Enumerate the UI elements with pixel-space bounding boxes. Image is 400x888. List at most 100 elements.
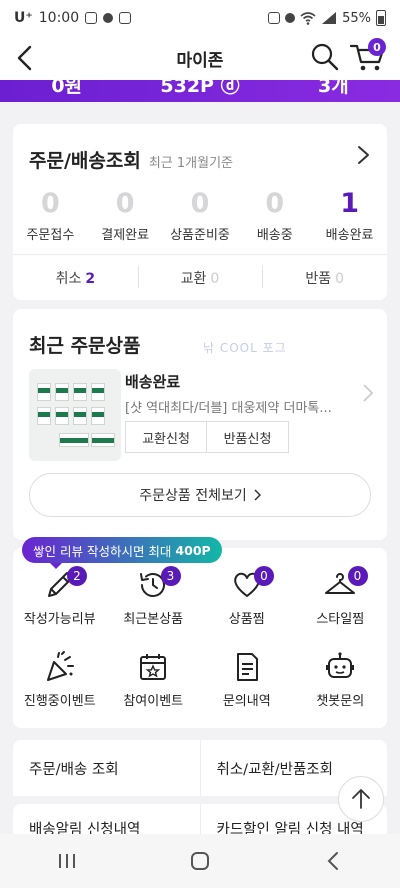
- recent-apps-button[interactable]: [37, 841, 97, 881]
- coupon-amount[interactable]: 0원: [0, 80, 133, 98]
- menu-label: 참여이벤트: [123, 694, 184, 709]
- step-label: 상품준비중: [170, 228, 230, 243]
- calendar-star-icon: [140, 654, 167, 680]
- chevron-right-icon[interactable]: [361, 383, 375, 403]
- chevron-right-icon: [254, 489, 261, 501]
- menu-label: 최근본상품: [123, 612, 184, 627]
- step-count: 0: [115, 188, 135, 219]
- return-label: 반품: [305, 270, 332, 287]
- menu-chatbot[interactable]: 챗봇문의: [294, 646, 388, 714]
- back-arrow-icon[interactable]: [10, 42, 42, 74]
- menu-label: 진행중이벤트: [23, 694, 96, 709]
- menu-inquiries[interactable]: 문의내역: [200, 646, 294, 714]
- wifi-icon: [300, 12, 316, 25]
- return-count-link[interactable]: 반품 0: [262, 265, 387, 288]
- chatbot-icon: [326, 652, 355, 678]
- arrow-up-icon: [352, 789, 370, 809]
- review-reward-tooltip: 쌓인 리뷰 작성하시면 최대 400P: [22, 537, 222, 569]
- step-count: 0: [265, 188, 285, 219]
- clock: 10:00: [38, 10, 80, 26]
- photo-icon: [268, 12, 281, 24]
- step-label: 결제완료: [101, 228, 150, 243]
- step-preparing[interactable]: 0 상품준비중: [163, 186, 238, 243]
- menu-ongoing-events[interactable]: 진행중이벤트: [13, 646, 107, 714]
- search-icon[interactable]: [308, 40, 342, 74]
- back-chevron-icon: [327, 852, 339, 870]
- menu-label: 문의내역: [222, 694, 271, 709]
- exchange-label: 교환: [180, 270, 207, 287]
- view-all-label: 주문상품 전체보기: [139, 488, 247, 504]
- return-request-button[interactable]: 반품신청: [207, 421, 289, 453]
- status-bar: U⁺ 10:00 55%: [0, 0, 400, 36]
- menu-badge: 3: [160, 566, 181, 586]
- battery-percent: 55%: [342, 10, 371, 26]
- step-count: 1: [340, 188, 359, 219]
- shortcut-menu-card: 2 작성가능리뷰 3 최근본상품 0 상품찜 0 스타일찜 진행중이벤트 참여이…: [13, 548, 387, 728]
- party-icon: [46, 651, 74, 681]
- menu-writable-reviews[interactable]: 2 작성가능리뷰: [13, 564, 107, 632]
- nfc-icon: [119, 12, 132, 24]
- point-amount[interactable]: 532P ⓓ: [133, 80, 266, 98]
- menu-label: 작성가능리뷰: [23, 612, 96, 627]
- scroll-to-top-button[interactable]: [338, 776, 384, 822]
- battery-icon: [376, 10, 386, 26]
- menu-label: 스타일찜: [316, 612, 365, 627]
- step-count: 0: [41, 188, 60, 219]
- step-payment-complete[interactable]: 0 결제완료: [88, 186, 163, 243]
- product-thumbnail[interactable]: [29, 369, 121, 461]
- menu-product-wishlist[interactable]: 0 상품찜: [200, 564, 294, 632]
- order-delivery-lookup-link[interactable]: 주문/배송 조회: [13, 740, 200, 796]
- document-icon: [236, 653, 258, 681]
- alarm-icon: [285, 13, 296, 23]
- quick-links-row: 주문/배송 조회 취소/교환/반품조회: [13, 740, 387, 796]
- delivery-alert-history-link[interactable]: 배송알림 신청내역: [13, 804, 200, 834]
- step-order-received[interactable]: 0 주문접수: [13, 186, 88, 243]
- product-delivery-status: 배송완료: [125, 373, 181, 391]
- cancel-label: 취소: [55, 270, 82, 287]
- recent-apps-icon: [58, 854, 75, 868]
- menu-badge: 0: [347, 566, 368, 586]
- menu-label: 상품찜: [228, 612, 265, 627]
- signal-icon: [322, 12, 337, 24]
- menu-style-wishlist[interactable]: 0 스타일찜: [294, 564, 388, 632]
- tooltip-text: 쌓인 리뷰 작성하시면 최대: [33, 543, 172, 559]
- step-label: 주문접수: [26, 228, 75, 243]
- menu-recently-viewed[interactable]: 3 최근본상품: [107, 564, 201, 632]
- back-button[interactable]: [303, 841, 363, 881]
- view-all-orders-button[interactable]: 주문상품 전체보기: [29, 473, 371, 517]
- home-button[interactable]: [170, 841, 230, 881]
- step-label: 배송중: [256, 228, 293, 243]
- menu-label: 챗봇문의: [316, 694, 365, 709]
- app-header: 마이존: [0, 36, 400, 80]
- menu-joined-events[interactable]: 참여이벤트: [107, 646, 201, 714]
- step-label: 배송완료: [325, 228, 374, 243]
- chevron-right-icon[interactable]: [353, 144, 373, 166]
- return-count: 0: [335, 270, 345, 287]
- product-name[interactable]: [샷 역대최다/더블] 대웅제약 더마톡...: [125, 397, 337, 416]
- order-status-card: 주문/배송조회 최근 1개월기준 0 주문접수 0 결제완료 0 상품준비중 0…: [13, 124, 387, 300]
- notification-icon: [103, 13, 114, 23]
- cancel-count-link[interactable]: 취소 2: [13, 268, 138, 288]
- cart-count-badge: 0: [368, 38, 386, 56]
- exchange-count-link[interactable]: 교환 0: [137, 265, 263, 288]
- step-count: 0: [190, 188, 210, 219]
- menu-badge: 0: [254, 566, 274, 586]
- talk-icon: [85, 12, 98, 24]
- cancel-count: 2: [85, 270, 96, 287]
- menu-badge: 2: [67, 566, 87, 586]
- benefit-summary-strip: 0원 532P ⓓ 3개: [0, 80, 400, 102]
- recent-orders-title: 최근 주문상품: [29, 335, 141, 357]
- recent-orders-card: 최근 주문상품 낚 COOL 포그 배송완료 [샷 역대최다/더블] 대웅제약 …: [13, 309, 387, 540]
- tooltip-points: 400P: [175, 542, 211, 558]
- exchange-request-button[interactable]: 교환신청: [125, 421, 207, 453]
- system-nav-bar: [0, 834, 400, 888]
- step-shipping[interactable]: 0 배송중: [237, 186, 312, 243]
- coupon-count[interactable]: 3개: [267, 80, 400, 98]
- order-period-label: 최근 1개월기준: [148, 156, 233, 171]
- exchange-count: 0: [210, 270, 220, 287]
- order-section-title[interactable]: 주문/배송조회: [29, 146, 141, 173]
- quick-links-row-2: 배송알림 신청내역 카드할인 알림 신청 내역: [13, 804, 387, 834]
- step-delivered[interactable]: 1 배송완료: [312, 186, 387, 243]
- home-icon: [190, 852, 209, 870]
- carrier-label: U⁺: [14, 10, 33, 26]
